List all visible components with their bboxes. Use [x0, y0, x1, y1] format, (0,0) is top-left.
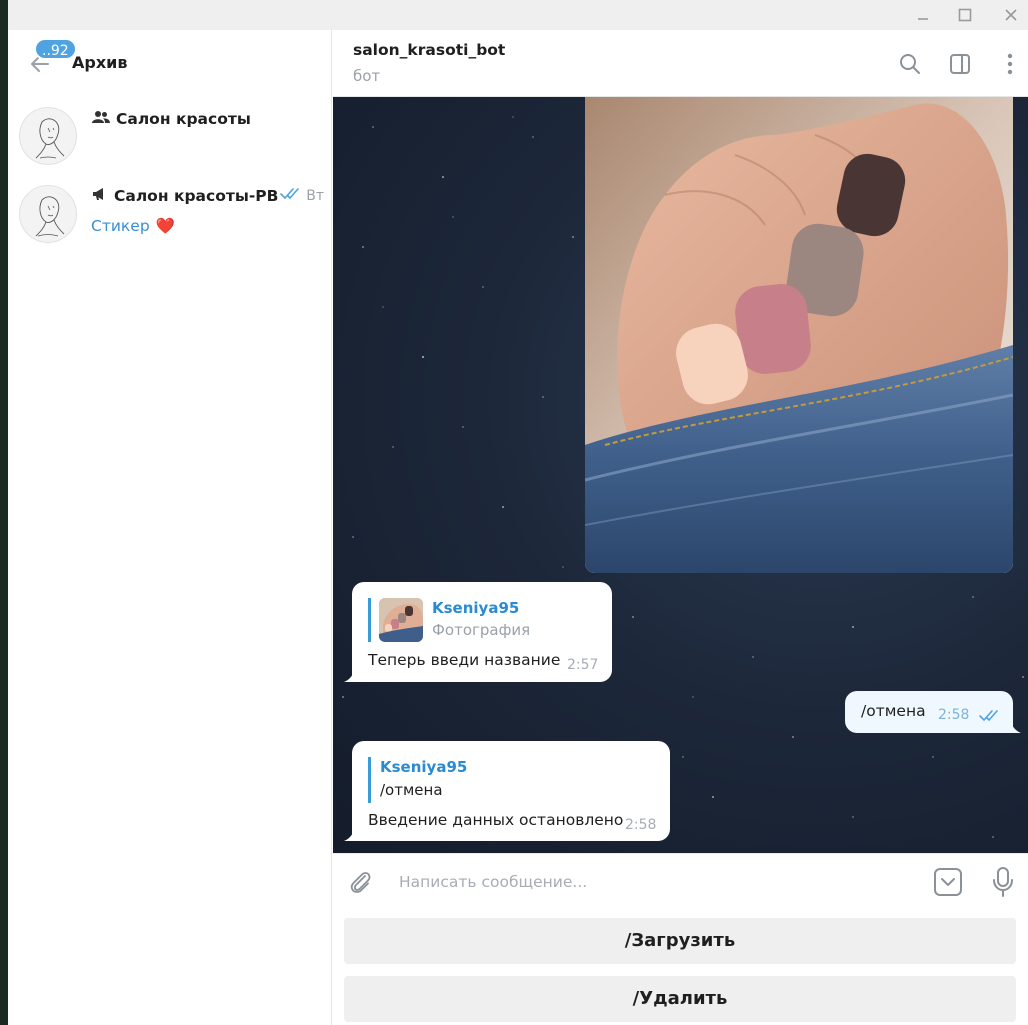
group-icon — [92, 110, 110, 128]
maximize-icon[interactable] — [950, 4, 980, 26]
message-time: 2:57 — [567, 657, 599, 673]
chat-meta: Вт — [280, 188, 324, 204]
message-time: 2:58 — [625, 817, 657, 833]
upload-button[interactable]: /Загрузить — [344, 918, 1016, 964]
reply-quote[interactable]: Kseniya95 Фотография — [368, 598, 596, 642]
unread-badge: ..92 — [34, 38, 77, 60]
reply-author: Kseniya95 — [380, 758, 468, 776]
chat-name: Салон красоты — [92, 110, 251, 128]
chat-item-salon-krasoty[interactable]: Салон красоты — [8, 98, 332, 176]
message-bubble-incoming[interactable]: Kseniya95 /отмена Введение данных остано… — [344, 741, 670, 841]
read-checks-icon — [280, 188, 302, 204]
message-text: Теперь введи название — [368, 651, 561, 669]
more-icon[interactable] — [998, 52, 1022, 76]
message-bubble-outgoing[interactable]: /отмена 2:58 — [845, 691, 1021, 733]
minimize-icon[interactable] — [908, 4, 938, 26]
avatar — [19, 107, 77, 165]
message-text: Введение данных остановлено — [368, 811, 624, 829]
channel-icon — [92, 187, 108, 205]
message-input[interactable] — [399, 864, 919, 900]
heart-emoji: ❤️ — [155, 217, 175, 235]
chat-name-label: Салон красоты — [116, 110, 251, 128]
chat-preview: Стикер ❤️ — [91, 217, 175, 235]
chat-item-salon-krasoty-rv[interactable]: Салон красоты-РВ Вт Стикер ❤️ — [8, 176, 332, 254]
photo-image — [585, 97, 1013, 573]
message-bubble-incoming[interactable]: Kseniya95 Фотография Теперь введи назван… — [344, 582, 612, 682]
chat-time: Вт — [306, 188, 324, 204]
reply-author: Kseniya95 — [432, 599, 520, 617]
avatar — [19, 185, 77, 243]
bubble-tail — [344, 670, 354, 682]
reply-quote[interactable]: Kseniya95 /отмена — [368, 757, 650, 803]
sidebar-toggle-icon[interactable] — [948, 52, 972, 76]
telegram-window: ..92 Архив Салон красоты Салон красоты-Р… — [8, 0, 1028, 1025]
message-composer — [333, 853, 1028, 909]
delete-button[interactable]: /Удалить — [344, 976, 1016, 1022]
chat-header: salon_krasoti_bot бот — [333, 30, 1028, 97]
reply-text: Фотография — [432, 621, 531, 639]
chat-name-label: Салон красоты-РВ — [114, 187, 279, 205]
microphone-icon[interactable] — [991, 866, 1015, 902]
read-checks-icon — [979, 708, 1001, 726]
chat-name: Салон красоты-РВ — [92, 187, 278, 205]
photo-message[interactable] — [585, 97, 1013, 573]
search-icon[interactable] — [898, 52, 922, 76]
chat-preview-label: Стикер — [91, 217, 150, 235]
bubble-tail — [344, 829, 354, 841]
bubble-tail — [1011, 721, 1021, 733]
message-text: /отмена — [861, 702, 926, 720]
attach-icon[interactable] — [347, 868, 375, 900]
message-time: 2:58 — [938, 707, 970, 723]
archive-title: Архив — [72, 53, 128, 72]
chat-area[interactable]: Kseniya95 Фотография Теперь введи назван… — [333, 97, 1028, 853]
close-icon[interactable] — [996, 4, 1026, 26]
bot-keyboard-icon[interactable] — [933, 867, 963, 901]
chat-subtitle: бот — [353, 67, 381, 85]
bot-keyboard: /Загрузить /Удалить — [333, 909, 1028, 1025]
reply-thumbnail — [379, 598, 423, 642]
chat-title[interactable]: salon_krasoti_bot — [353, 41, 505, 59]
title-bar — [8, 0, 1028, 30]
reply-text: /отмена — [380, 781, 443, 799]
archive-sidebar: ..92 Архив Салон красоты Салон красоты-Р… — [8, 30, 332, 1025]
